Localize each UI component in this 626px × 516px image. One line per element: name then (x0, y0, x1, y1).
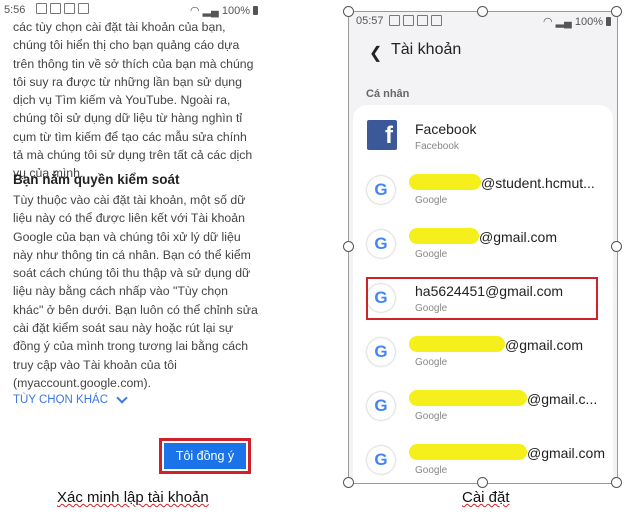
account-type: Google (415, 465, 448, 476)
caption-right: Cài đặt (462, 489, 510, 506)
account-name: @student.hcmut... (481, 175, 595, 191)
resize-handle[interactable] (611, 241, 622, 252)
redaction-highlight (409, 444, 527, 460)
notification-icons (36, 3, 89, 14)
status-bar: 5:56 ◠ ▂▄ 100% (0, 0, 262, 20)
resize-handle[interactable] (477, 6, 488, 17)
resize-handle[interactable] (343, 6, 354, 17)
paragraph-ads: các tùy chọn cài đặt tài khoản của bạn, … (13, 20, 254, 181)
wifi-icon: ◠ (542, 16, 553, 28)
google-icon: G (367, 392, 395, 420)
paragraph-control: Tùy thuộc vào cài đặt tài khoản, một số … (13, 193, 258, 390)
more-options-label: TÙY CHỌN KHÁC (13, 394, 108, 406)
google-icon: G (367, 176, 395, 204)
agree-button-annotation: Tôi đồng ý (159, 438, 251, 474)
redaction-highlight (409, 336, 505, 352)
redaction-highlight (409, 174, 481, 190)
status-time: 5:56 (4, 4, 26, 16)
wifi-icon: ◠ (189, 5, 200, 17)
account-type: Facebook (415, 141, 459, 152)
google-icon: G (367, 230, 395, 258)
battery-icon (253, 6, 258, 15)
resize-handle[interactable] (477, 477, 488, 488)
account-name: @gmail.c... (527, 391, 598, 407)
account-name: @gmail.com (479, 229, 558, 245)
page-title: Tài khoản (391, 41, 462, 58)
facebook-icon: f (367, 120, 397, 150)
account-row[interactable]: G @student.hcmut... Google (353, 163, 613, 217)
google-icon: G (367, 446, 395, 474)
accounts-settings-screen: 05:57 ◠ ▂▄ 100% ❮ Tài khoản Cá nhân f Fa… (348, 11, 618, 484)
section-heading-control: Bạn nắm quyền kiểm soát (13, 172, 180, 187)
account-row[interactable]: G @gmail.com Google (353, 217, 613, 271)
account-type: Google (415, 411, 448, 422)
notification-icons (389, 15, 442, 26)
resize-handle[interactable] (343, 241, 354, 252)
google-icon: G (367, 338, 395, 366)
highlight-annotation-box (366, 277, 598, 320)
section-label-personal: Cá nhân (366, 88, 410, 100)
redaction-highlight (409, 390, 527, 406)
status-right: ◠ ▂▄ 100% (543, 15, 611, 28)
account-row[interactable]: G @gmail.c... Google (353, 379, 613, 433)
agree-button[interactable]: Tôi đồng ý (164, 443, 246, 469)
account-name: Facebook (415, 121, 477, 137)
battery-text: 100% (574, 15, 603, 28)
account-row[interactable]: G @gmail.com Google (353, 325, 613, 379)
account-type: Google (415, 249, 448, 260)
account-type: Google (415, 195, 448, 206)
more-options-link[interactable]: TÙY CHỌN KHÁC (13, 392, 128, 406)
signal-icon: ▂▄ (555, 16, 572, 28)
consent-screen: 5:56 ◠ ▂▄ 100% các tùy chọn cài đặt tài … (0, 0, 262, 482)
status-time: 05:57 (356, 15, 384, 27)
redaction-highlight (409, 228, 479, 244)
back-arrow-icon[interactable]: ❮ (369, 43, 382, 63)
battery-text: 100% (221, 4, 250, 17)
account-type: Google (415, 357, 448, 368)
battery-icon (606, 17, 611, 26)
resize-handle[interactable] (611, 6, 622, 17)
resize-handle[interactable] (343, 477, 354, 488)
account-row-facebook[interactable]: f Facebook Facebook (353, 109, 613, 163)
caption-left: Xác minh lập tài khoản (57, 489, 209, 506)
chevron-down-icon (116, 392, 128, 404)
resize-handle[interactable] (611, 477, 622, 488)
account-name: @gmail.com (527, 445, 606, 461)
status-right: ◠ ▂▄ 100% (190, 4, 258, 17)
signal-icon: ▂▄ (202, 5, 219, 17)
account-name: @gmail.com (505, 337, 584, 353)
